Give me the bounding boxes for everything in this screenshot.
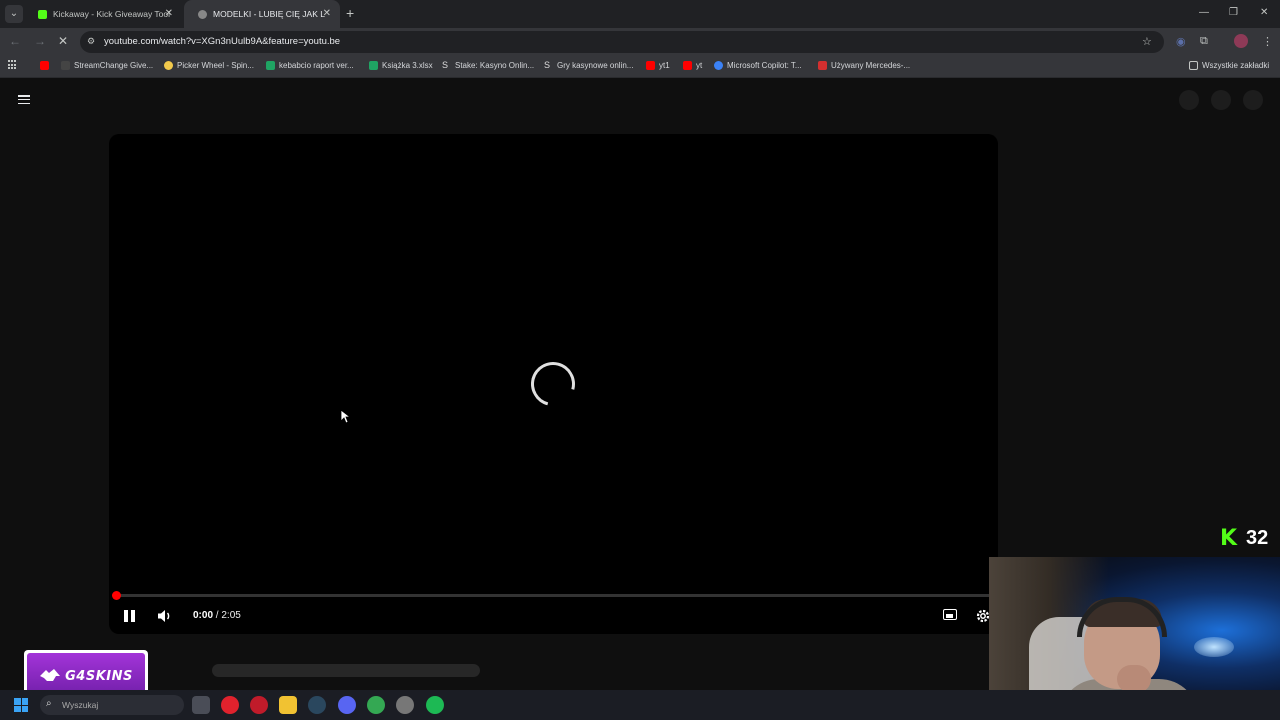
bookmark-label: Książka 3.xlsx (382, 61, 433, 70)
volume-icon[interactable] (157, 609, 173, 628)
tab-strip: ⌄ Kickaway - Kick Giveaway Tool ✕ MODELK… (0, 0, 1280, 28)
tab-youtube-video[interactable]: MODELKI - LUBIĘ CIĘ JAK LATO ✕ (184, 0, 340, 28)
tab-close-icon[interactable]: ✕ (165, 8, 173, 20)
bookmark-item[interactable]: yt (683, 61, 702, 70)
restore-icon[interactable]: ❐ (1229, 7, 1238, 18)
more-menu-icon[interactable]: ⋮ (1262, 35, 1273, 48)
windows-start-icon[interactable] (14, 698, 28, 712)
all-bookmarks-folder[interactable]: Wszystkie zakładki (1189, 61, 1269, 70)
chrome-icon[interactable] (367, 696, 385, 714)
progress-bar[interactable] (116, 594, 991, 597)
extension-icon[interactable]: ◉ (1176, 35, 1186, 48)
bookmark-label: Gry kasynowe onlin... (557, 61, 634, 70)
bookmark-label: Używany Mercedes-... (831, 61, 911, 70)
scrubber-handle[interactable] (112, 591, 121, 600)
spotify-icon[interactable] (426, 696, 444, 714)
bookmark-item[interactable]: Książka 3.xlsx (369, 61, 433, 70)
kick-logo-icon: K (1220, 525, 1238, 551)
kick-viewer-count: K 32 (1220, 527, 1268, 550)
file-explorer-icon[interactable] (279, 696, 297, 714)
stop-loading-button[interactable]: ✕ (58, 34, 68, 48)
windows-taskbar: ⌕ Wyszukaj (0, 690, 1280, 720)
otomoto-icon (818, 61, 827, 70)
title-placeholder (212, 664, 480, 677)
stake-icon: S (442, 60, 449, 70)
bookmark-label: Wszystkie zakładki (1202, 61, 1270, 70)
steam-icon[interactable] (308, 696, 326, 714)
placeholder-circle (1211, 90, 1231, 110)
loading-spinner-icon (522, 353, 584, 415)
video-player[interactable]: 0:00 / 2:05 (109, 134, 998, 634)
current-time: 0:00 (193, 610, 214, 621)
forward-button[interactable]: → (34, 34, 46, 48)
folder-icon (1189, 61, 1198, 70)
mouse-cursor-icon (340, 409, 350, 424)
sponsor-text: G4SKINS (65, 668, 133, 684)
sheets-icon (369, 61, 378, 70)
menu-icon[interactable] (18, 95, 30, 104)
search-icon: ⌕ (46, 698, 52, 709)
tab-title: MODELKI - LUBIĘ CIĘ JAK LATO (213, 9, 325, 19)
streamchange-icon (61, 61, 70, 70)
back-button[interactable]: ← (9, 34, 21, 48)
taskbar-search[interactable]: ⌕ Wyszukaj (40, 695, 184, 715)
wolf-logo-icon (40, 669, 61, 681)
bookmark-label: StreamChange Give... (74, 61, 154, 70)
loading-favicon-icon (198, 9, 207, 19)
bookmark-label: Stake: Kasyno Onlin... (455, 61, 535, 70)
youtube-icon (683, 61, 692, 70)
address-url[interactable]: youtube.com/watch?v=XGn3nUulb9A&feature=… (104, 36, 340, 47)
tab-search-menu-button[interactable]: ⌄ (5, 5, 23, 23)
bookmark-star-icon[interactable]: ☆ (1142, 35, 1152, 48)
tab-kickaway[interactable]: Kickaway - Kick Giveaway Tool ✕ (24, 0, 182, 28)
bookmark-item[interactable] (40, 61, 53, 70)
picker-wheel-icon (164, 61, 173, 70)
new-tab-button[interactable]: + (346, 5, 354, 21)
bookmark-item[interactable]: yt1 (646, 61, 670, 70)
copilot-icon (714, 61, 723, 70)
youtube-icon (40, 61, 49, 70)
bookmark-item[interactable]: kebabcio raport ver... (266, 61, 354, 70)
tab-title: Kickaway - Kick Giveaway Tool (53, 9, 170, 19)
stake-icon: S (544, 60, 551, 70)
bookmark-item[interactable]: S Gry kasynowe onlin... (544, 60, 634, 71)
apps-grid-icon[interactable] (8, 60, 18, 70)
viewer-count: 32 (1246, 527, 1269, 549)
bookmark-item[interactable]: Microsoft Copilot: T... (714, 61, 802, 70)
subtitles-icon[interactable] (943, 609, 957, 620)
placeholder-circle (1243, 90, 1263, 110)
extensions-puzzle-icon[interactable]: ⧉ (1200, 35, 1208, 48)
browser-toolbar: ← → ✕ ⚙ youtube.com/watch?v=XGn3nUulb9A&… (0, 28, 1280, 56)
address-bar[interactable]: ⚙ youtube.com/watch?v=XGn3nUulb9A&featur… (80, 31, 1164, 53)
minimize-icon[interactable]: — (1199, 7, 1209, 18)
bookmark-item[interactable]: Picker Wheel - Spin... (164, 61, 254, 70)
bookmark-label: yt (696, 61, 703, 70)
placeholder-circle (1179, 90, 1199, 110)
bookmark-label: yt1 (659, 61, 670, 70)
bookmarks-bar: StreamChange Give... Picker Wheel - Spin… (0, 56, 1280, 78)
opera-icon[interactable] (221, 696, 239, 714)
app-icon[interactable] (396, 696, 414, 714)
pause-icon[interactable] (124, 610, 135, 622)
sheets-icon (266, 61, 275, 70)
close-window-icon[interactable]: ✕ (1260, 7, 1268, 18)
profile-avatar[interactable] (1234, 34, 1248, 48)
opera-gx-icon[interactable] (250, 696, 268, 714)
site-info-icon[interactable]: ⚙ (87, 36, 99, 48)
search-placeholder: Wyszukaj (62, 700, 99, 710)
youtube-icon (646, 61, 655, 70)
bookmark-label: kebabcio raport ver... (279, 61, 354, 70)
time-display: 0:00 / 2:05 (193, 610, 241, 621)
tab-close-icon[interactable]: ✕ (323, 8, 331, 20)
bookmark-item[interactable]: Używany Mercedes-... (818, 61, 910, 70)
kick-favicon-icon (38, 9, 47, 19)
bookmark-label: Picker Wheel - Spin... (177, 61, 254, 70)
bookmark-item[interactable]: StreamChange Give... (61, 61, 153, 70)
discord-icon[interactable] (338, 696, 356, 714)
duration: 2:05 (221, 610, 241, 621)
bookmark-item[interactable]: S Stake: Kasyno Onlin... (442, 60, 535, 71)
task-view-icon[interactable] (192, 696, 210, 714)
bookmark-label: Microsoft Copilot: T... (727, 61, 802, 70)
